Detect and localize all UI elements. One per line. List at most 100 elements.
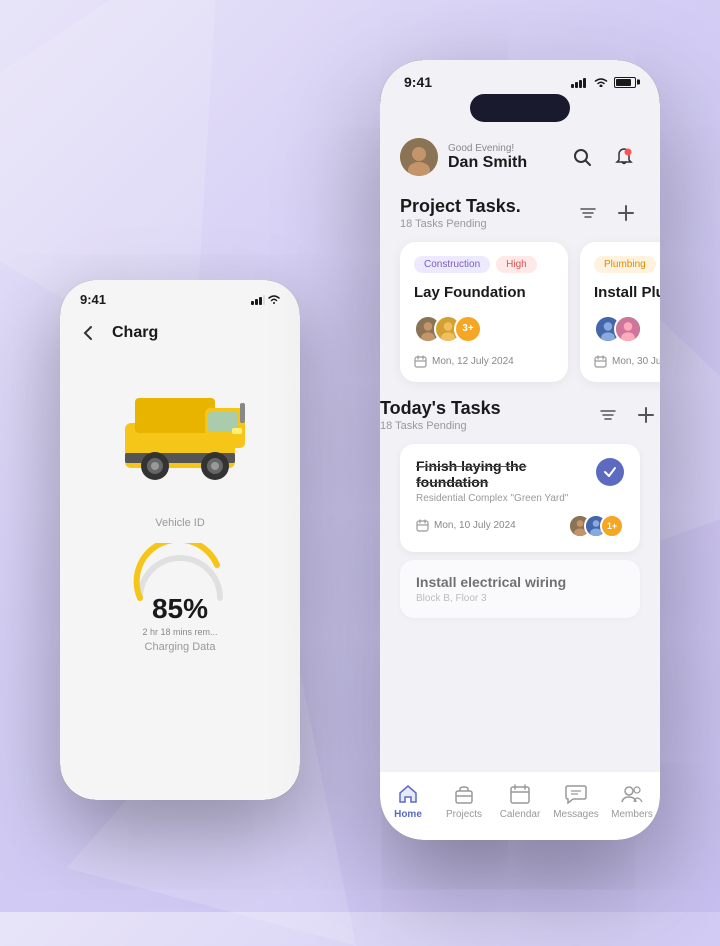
truck-image bbox=[60, 353, 300, 513]
phone-back: 9:41 Cha bbox=[60, 280, 300, 800]
bottom-nav: Home Projects bbox=[380, 771, 660, 840]
avatar-svg bbox=[400, 138, 438, 176]
truck-svg bbox=[85, 368, 275, 498]
status-icons bbox=[571, 76, 636, 88]
task-date-text-1: Mon, 10 July 2024 bbox=[434, 520, 516, 531]
checkmark-icon bbox=[603, 465, 617, 479]
projects-icon bbox=[452, 782, 476, 806]
messages-icon bbox=[564, 782, 588, 806]
greeting-text: Good Evening! bbox=[448, 143, 566, 154]
task-date-1: Mon, 10 July 2024 bbox=[416, 519, 516, 532]
screen-content: Good Evening! Dan Smith bbox=[380, 126, 660, 771]
tag-plumbing: Plumbing bbox=[594, 256, 656, 273]
card-tags-1: Construction High bbox=[414, 256, 554, 273]
nav-calendar[interactable]: Calendar bbox=[492, 782, 548, 820]
bell-icon bbox=[614, 147, 634, 167]
back-signal-icon bbox=[251, 295, 265, 305]
notification-button[interactable] bbox=[608, 141, 640, 173]
battery-icon bbox=[614, 77, 636, 88]
card-title-1: Lay Foundation bbox=[414, 283, 554, 303]
task-list-item-2[interactable]: Install electrical wiring Block B, Floor… bbox=[400, 560, 640, 618]
today-add-button[interactable] bbox=[632, 401, 660, 429]
gauge-number: 85% bbox=[152, 593, 208, 625]
today-filter-button[interactable] bbox=[594, 401, 622, 429]
back-arrow-icon[interactable] bbox=[76, 321, 100, 345]
task-subtitle-1: Residential Complex "Green Yard" bbox=[416, 493, 596, 504]
nav-members-label: Members bbox=[611, 809, 653, 820]
avatar-count-1: 3+ bbox=[454, 315, 482, 343]
phone-screen: 9:41 bbox=[380, 60, 660, 840]
search-button[interactable] bbox=[566, 141, 598, 173]
tag-construction: Construction bbox=[414, 256, 490, 273]
card-date-2: Mon, 30 July 2024 bbox=[594, 355, 660, 368]
today-plus-icon bbox=[636, 405, 656, 425]
back-wifi-icon bbox=[268, 295, 280, 305]
filter-button[interactable] bbox=[574, 199, 602, 227]
card-avatars-2 bbox=[594, 315, 660, 343]
card-date-text-2: Mon, 30 July 2024 bbox=[612, 356, 660, 367]
task-avatars-1: 1+ bbox=[568, 514, 624, 538]
user-name: Dan Smith bbox=[448, 154, 566, 172]
task-check-1[interactable] bbox=[596, 458, 624, 486]
nav-projects-label: Projects bbox=[446, 809, 482, 820]
back-status-icons bbox=[251, 295, 280, 305]
card-tags-2: Plumbing Low bbox=[594, 256, 660, 273]
card-avatars-1: 3+ bbox=[414, 315, 554, 343]
search-icon bbox=[572, 147, 592, 167]
status-bar: 9:41 bbox=[380, 60, 660, 90]
nav-home[interactable]: Home bbox=[380, 782, 436, 820]
filter-icon bbox=[578, 203, 598, 223]
project-tasks-subtitle: 18 Tasks Pending bbox=[400, 218, 521, 230]
todays-tasks-header: Today's Tasks 18 Tasks Pending bbox=[380, 394, 660, 436]
back-status-bar: 9:41 bbox=[60, 280, 300, 313]
task-avatar-count-1: 1+ bbox=[600, 514, 624, 538]
back-screen-title: Charg bbox=[112, 324, 158, 342]
add-task-button[interactable] bbox=[612, 199, 640, 227]
calendar-nav-icon bbox=[508, 782, 532, 806]
gauge-sub: 2 hr 18 mins rem... bbox=[142, 627, 217, 637]
signal-icon bbox=[571, 76, 586, 88]
nav-home-label: Home bbox=[394, 809, 422, 820]
vehicle-id-label: Vehicle ID bbox=[60, 513, 300, 533]
task-card-plumbing[interactable]: Plumbing Low Install Plumbing bbox=[580, 242, 660, 382]
phone-back-screen: 9:41 Cha bbox=[60, 280, 300, 800]
task-card-lay-foundation[interactable]: Construction High Lay Foundation bbox=[400, 242, 568, 382]
greeting-area: Good Evening! Dan Smith bbox=[448, 143, 566, 172]
project-tasks-header: Project Tasks. 18 Tasks Pending bbox=[380, 184, 660, 234]
today-filter-icon bbox=[598, 405, 618, 425]
card-date-text-1: Mon, 12 July 2024 bbox=[432, 356, 514, 367]
wifi-icon bbox=[594, 77, 608, 87]
project-tasks-title: Project Tasks. bbox=[400, 196, 521, 217]
app-header: Good Evening! Dan Smith bbox=[380, 126, 660, 184]
card-title-2: Install Plumbing bbox=[594, 283, 660, 303]
dynamic-island bbox=[470, 94, 570, 122]
nav-projects[interactable]: Projects bbox=[436, 782, 492, 820]
calendar-icon-2 bbox=[594, 355, 607, 368]
todays-tasks-subtitle: 18 Tasks Pending bbox=[380, 420, 501, 432]
header-actions bbox=[566, 141, 640, 173]
task-list-item-1[interactable]: Finish laying the foundation Residential… bbox=[400, 444, 640, 552]
calendar-icon-1 bbox=[414, 355, 427, 368]
task-title-1: Finish laying the foundation bbox=[416, 458, 596, 490]
nav-messages[interactable]: Messages bbox=[548, 782, 604, 820]
avatar-2b bbox=[614, 315, 642, 343]
charging-label: Charging Data bbox=[145, 641, 216, 653]
tag-high: High bbox=[496, 256, 537, 273]
home-icon bbox=[396, 782, 420, 806]
gauge-area: 85% 2 hr 18 mins rem... Charging Data bbox=[60, 533, 300, 663]
plus-icon bbox=[616, 203, 636, 223]
user-avatar bbox=[400, 138, 438, 176]
task-title-2: Install electrical wiring bbox=[416, 574, 576, 590]
nav-calendar-label: Calendar bbox=[500, 809, 541, 820]
status-time: 9:41 bbox=[404, 74, 432, 90]
task-cards-scroll: Construction High Lay Foundation bbox=[380, 234, 660, 394]
members-icon bbox=[620, 782, 644, 806]
phone-front: 9:41 bbox=[380, 60, 660, 840]
nav-messages-label: Messages bbox=[553, 809, 599, 820]
card-date-1: Mon, 12 July 2024 bbox=[414, 355, 554, 368]
back-status-time: 9:41 bbox=[80, 292, 106, 307]
todays-tasks-title: Today's Tasks bbox=[380, 398, 501, 419]
back-header: Charg bbox=[60, 313, 300, 353]
nav-members[interactable]: Members bbox=[604, 782, 660, 820]
task-subtitle-2: Block B, Floor 3 bbox=[416, 593, 576, 604]
